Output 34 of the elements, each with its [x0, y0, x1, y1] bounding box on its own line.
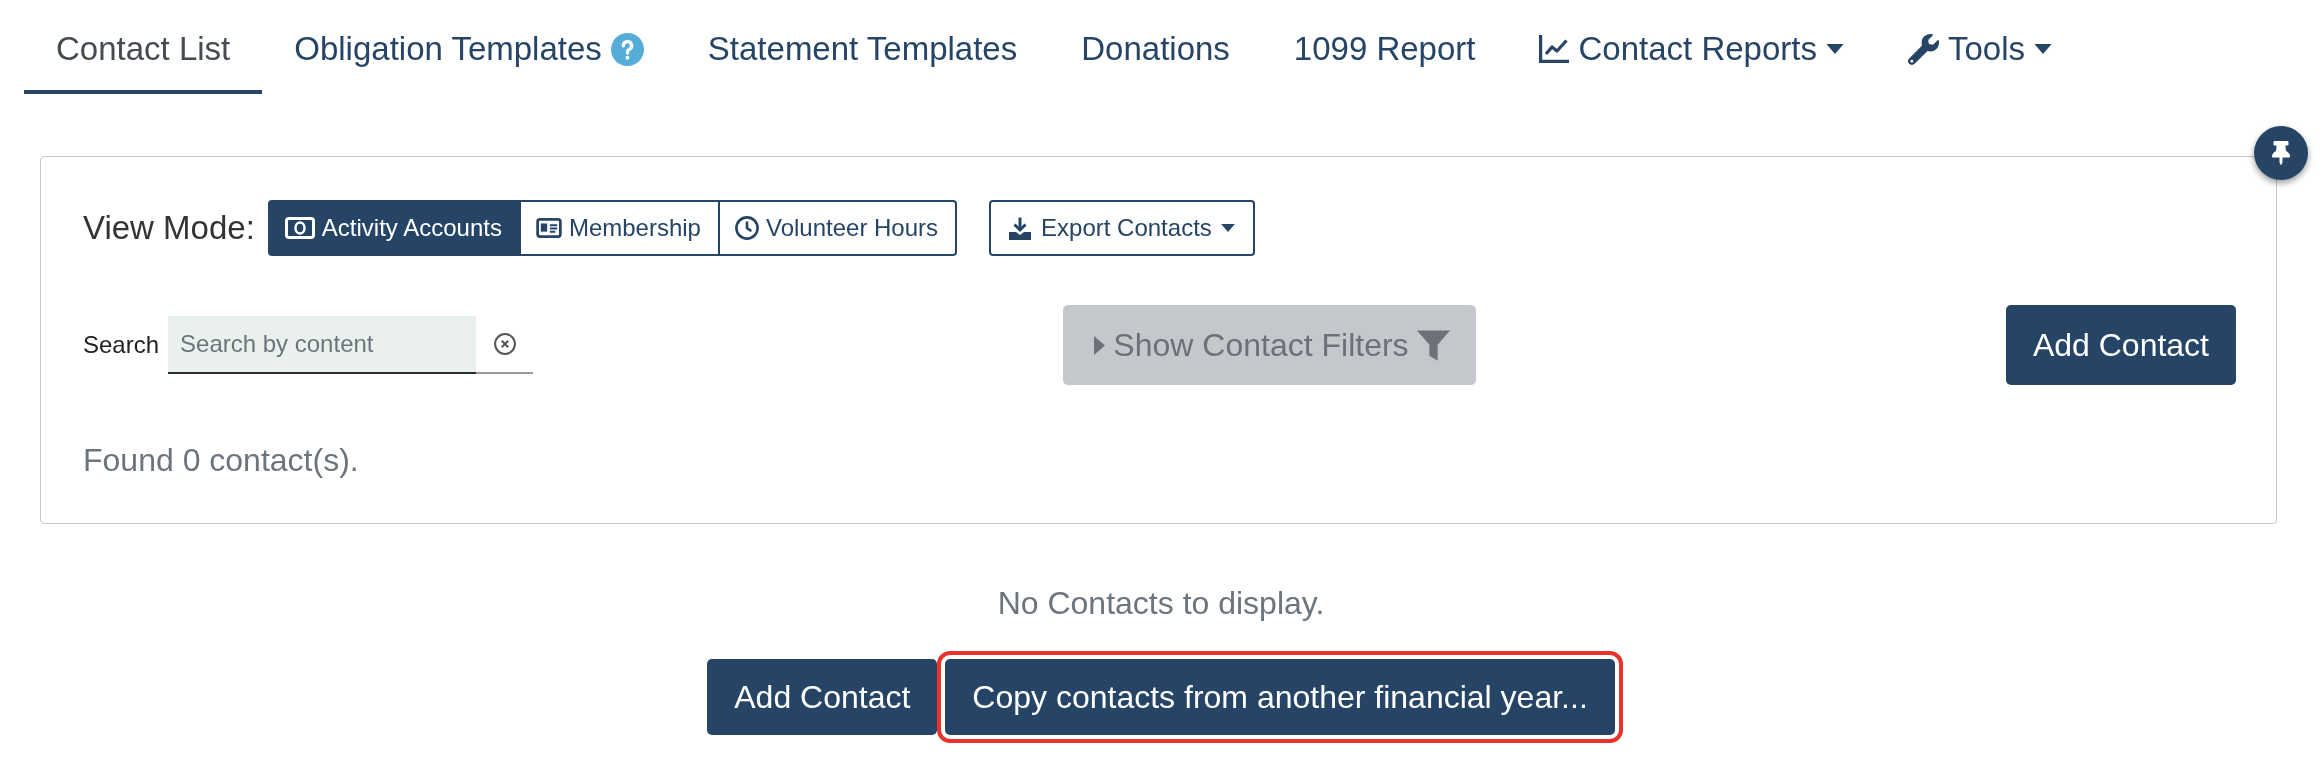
- pin-button[interactable]: [2254, 126, 2308, 180]
- wrench-icon: [1907, 33, 1939, 65]
- caret-right-icon: [1094, 335, 1106, 355]
- copy-contacts-button[interactable]: Copy contacts from another financial year...: [945, 659, 1615, 735]
- banknote-icon: [284, 217, 315, 239]
- nav-tab[interactable]: 1099 Report: [1261, 0, 1508, 94]
- nav-tab[interactable]: Donations: [1049, 0, 1262, 94]
- search-field[interactable]: Search by content: [168, 316, 477, 374]
- search-label: Search: [83, 331, 160, 359]
- add-contact-button[interactable]: Add Contact: [707, 659, 938, 735]
- view-mode-option[interactable]: Activity Accounts: [267, 200, 521, 256]
- nav-tab[interactable]: Contact List: [24, 0, 263, 94]
- view-mode-option[interactable]: Volunteer Hours: [717, 200, 958, 256]
- pushpin-icon: [2272, 141, 2290, 165]
- empty-message: No Contacts to display.: [997, 584, 1325, 623]
- filter-icon: [1416, 328, 1450, 362]
- caret-down-icon: [1825, 44, 1844, 54]
- caret-down-icon: [1220, 224, 1235, 232]
- add-contact-button[interactable]: Add Contact: [2005, 305, 2236, 385]
- export-contacts-button[interactable]: Export Contacts: [989, 200, 1255, 256]
- id-card-icon: [535, 218, 562, 238]
- nav-tab[interactable]: Contact Reports: [1507, 0, 1876, 94]
- clear-icon: [493, 333, 516, 355]
- nav-tab[interactable]: Statement Templates: [675, 0, 1050, 94]
- download-icon: [1008, 216, 1033, 240]
- result-count: Found 0 contact(s).: [83, 441, 360, 480]
- help-icon: [610, 32, 644, 66]
- nav-tab[interactable]: Obligation Templates: [262, 0, 676, 94]
- clock-icon: [734, 216, 759, 240]
- view-mode-option[interactable]: Membership: [518, 200, 720, 256]
- line-chart-icon: [1539, 35, 1570, 63]
- caret-down-icon: [2034, 44, 2052, 54]
- nav-tab[interactable]: Tools: [1875, 0, 2084, 94]
- view-mode-label: View Mode:: [83, 209, 255, 247]
